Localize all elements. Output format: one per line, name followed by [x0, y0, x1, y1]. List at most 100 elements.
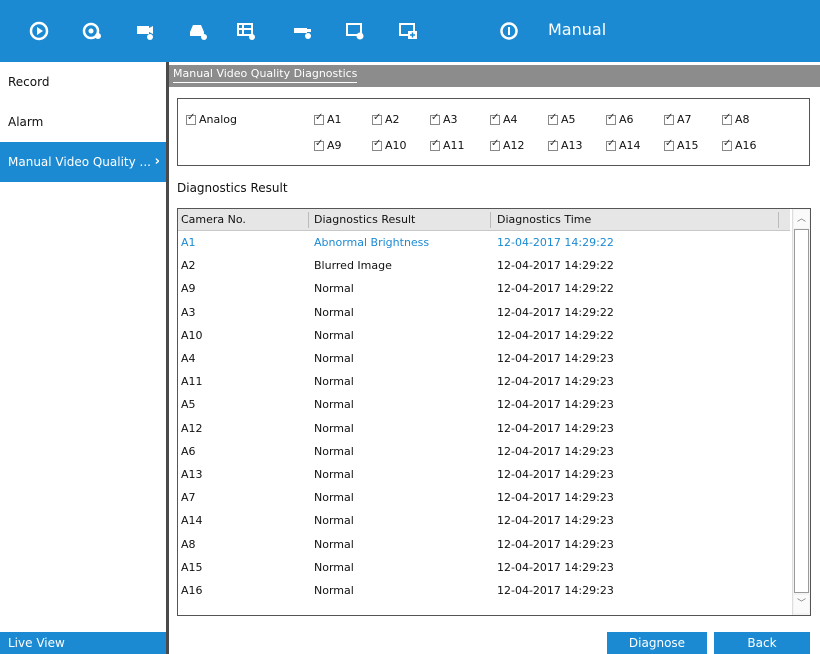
checkbox-label: A12	[503, 139, 525, 152]
table-header: Camera No. Diagnostics Result Diagnostic…	[178, 209, 790, 231]
camera-no-cell: A3	[181, 305, 196, 319]
record-settings-icon[interactable]	[131, 17, 159, 45]
maintenance-icon[interactable]	[394, 17, 422, 45]
system-settings-icon[interactable]	[341, 17, 369, 45]
checkbox-label: A10	[385, 139, 407, 152]
diagnostics-result-cell: Normal	[314, 305, 354, 319]
table-row[interactable]: A5 Normal 12-04-2017 14:29:23	[178, 394, 790, 417]
channel-checkbox[interactable]: A10	[372, 138, 407, 152]
diagnostics-time-cell: 12-04-2017 14:29:22	[497, 328, 614, 342]
diagnose-button[interactable]: Diagnose	[607, 632, 707, 654]
channel-checkbox[interactable]: A11	[430, 138, 465, 152]
scroll-up-icon[interactable]: ︿	[794, 210, 809, 228]
table-row[interactable]: A12 Normal 12-04-2017 14:29:23	[178, 418, 790, 441]
channel-checkbox[interactable]: A8	[722, 112, 750, 126]
network-settings-icon[interactable]	[289, 17, 317, 45]
divider	[166, 62, 169, 654]
channel-checkbox[interactable]: A6	[606, 112, 634, 126]
channel-checkbox[interactable]: A7	[664, 112, 692, 126]
camera-settings-icon[interactable]	[78, 17, 106, 45]
channel-checkbox[interactable]: A14	[606, 138, 641, 152]
diagnostics-result-cell: Normal	[314, 537, 354, 551]
column-header[interactable]: Camera No.	[181, 213, 246, 226]
checkbox-label: A16	[735, 139, 757, 152]
checkbox-label: A13	[561, 139, 583, 152]
diagnostics-result-cell: Normal	[314, 328, 354, 342]
table-row[interactable]: A6 Normal 12-04-2017 14:29:23	[178, 441, 790, 464]
table-row[interactable]: A4 Normal 12-04-2017 14:29:23	[178, 348, 790, 371]
checkbox-checked-icon	[606, 112, 616, 125]
vertical-scrollbar[interactable]: ︿ ﹀	[792, 209, 810, 615]
diagnostics-result-cell: Normal	[314, 282, 354, 296]
checkbox-checked-icon	[186, 112, 196, 125]
channel-checkbox[interactable]: A15	[664, 138, 699, 152]
vca-icon[interactable]	[232, 17, 260, 45]
sidebar-item-manual-video-quality[interactable]: Manual Video Quality ... ›	[0, 142, 166, 182]
channel-checkbox[interactable]: A16	[722, 138, 757, 152]
back-button[interactable]: Back	[714, 632, 810, 654]
storage-icon[interactable]	[184, 17, 212, 45]
section-title: Diagnostics Result	[177, 181, 288, 195]
analog-checkbox[interactable]: Analog	[186, 112, 238, 126]
table-row[interactable]: A15 Normal 12-04-2017 14:29:23	[178, 557, 790, 580]
diagnostics-result-cell: Normal	[314, 398, 354, 412]
column-header[interactable]: Diagnostics Result	[314, 213, 415, 226]
channel-checkbox[interactable]: A1	[314, 112, 342, 126]
camera-no-cell: A10	[181, 328, 203, 342]
camera-no-cell: A2	[181, 259, 196, 273]
channel-checkbox[interactable]: A3	[430, 112, 458, 126]
column-divider[interactable]	[308, 212, 309, 228]
camera-no-cell: A5	[181, 398, 196, 412]
checkbox-checked-icon	[372, 112, 382, 125]
scrollbar-thumb[interactable]	[794, 229, 809, 593]
channel-checkbox[interactable]: A9	[314, 138, 342, 152]
table-row[interactable]: A3 Normal 12-04-2017 14:29:22	[178, 302, 790, 325]
camera-no-cell: A16	[181, 584, 203, 597]
checkbox-label: A15	[677, 139, 699, 152]
diagnostics-time-cell: 12-04-2017 14:29:23	[497, 352, 614, 365]
table-row[interactable]: A8 Normal 12-04-2017 14:29:23	[178, 534, 790, 557]
table-row[interactable]: A13 Normal 12-04-2017 14:29:23	[178, 464, 790, 487]
table-row[interactable]: A9 Normal 12-04-2017 14:29:22	[178, 278, 790, 301]
camera-no-cell: A6	[181, 444, 196, 458]
checkbox-label: Analog	[199, 113, 238, 126]
table-row[interactable]: A7 Normal 12-04-2017 14:29:23	[178, 487, 790, 510]
sidebar-item-label: Alarm	[8, 115, 44, 129]
sidebar-item-alarm[interactable]: Alarm	[0, 102, 166, 142]
diagnostics-time-cell: 12-04-2017 14:29:23	[497, 537, 614, 551]
checkbox-checked-icon	[314, 138, 324, 151]
checkbox-checked-icon	[430, 112, 440, 125]
column-divider[interactable]	[490, 212, 491, 228]
table-row[interactable]: A14 Normal 12-04-2017 14:29:23	[178, 510, 790, 533]
channel-selection-panel: Analog A1 A2 A3 A4 A5 A6 A7 A8 A9 A10 A1…	[177, 98, 810, 166]
checkbox-label: A14	[619, 139, 641, 152]
channel-checkbox[interactable]: A5	[548, 112, 576, 126]
column-header[interactable]: Diagnostics Time	[497, 213, 591, 226]
checkbox-checked-icon	[372, 138, 382, 151]
channel-checkbox[interactable]: A2	[372, 112, 400, 126]
channel-checkbox[interactable]: A4	[490, 112, 518, 126]
channel-checkbox[interactable]: A12	[490, 138, 525, 152]
table-row[interactable]: A11 Normal 12-04-2017 14:29:23	[178, 371, 790, 394]
table-row[interactable]: A2 Blurred Image 12-04-2017 14:29:22	[178, 255, 790, 278]
checkbox-label: A11	[443, 139, 465, 152]
table-row[interactable]: A10 Normal 12-04-2017 14:29:22	[178, 325, 790, 348]
scroll-down-icon[interactable]: ﹀	[794, 595, 809, 613]
diagnostics-time-cell: 12-04-2017 14:29:23	[497, 491, 614, 505]
table-row[interactable]: A16 Normal 12-04-2017 14:29:23	[178, 580, 790, 603]
table-row[interactable]: A1 Abnormal Brightness 12-04-2017 14:29:22	[178, 232, 790, 255]
checkbox-checked-icon	[722, 138, 732, 151]
sidebar-item-record[interactable]: Record	[0, 62, 166, 102]
playback-icon[interactable]	[25, 17, 53, 45]
live-view-button[interactable]: Live View	[0, 632, 166, 654]
diagnostics-result-cell: Normal	[314, 421, 354, 435]
checkbox-checked-icon	[490, 138, 500, 151]
manual-icon[interactable]	[495, 17, 523, 45]
channel-checkbox[interactable]: A13	[548, 138, 583, 152]
checkbox-checked-icon	[548, 112, 558, 125]
chevron-right-icon: ›	[154, 154, 160, 169]
checkbox-checked-icon	[664, 112, 674, 125]
diagnostics-result-cell: Normal	[314, 491, 354, 505]
tab-manual-video-quality-diagnostics[interactable]: Manual Video Quality Diagnostics	[173, 67, 358, 83]
column-divider[interactable]	[778, 212, 779, 228]
